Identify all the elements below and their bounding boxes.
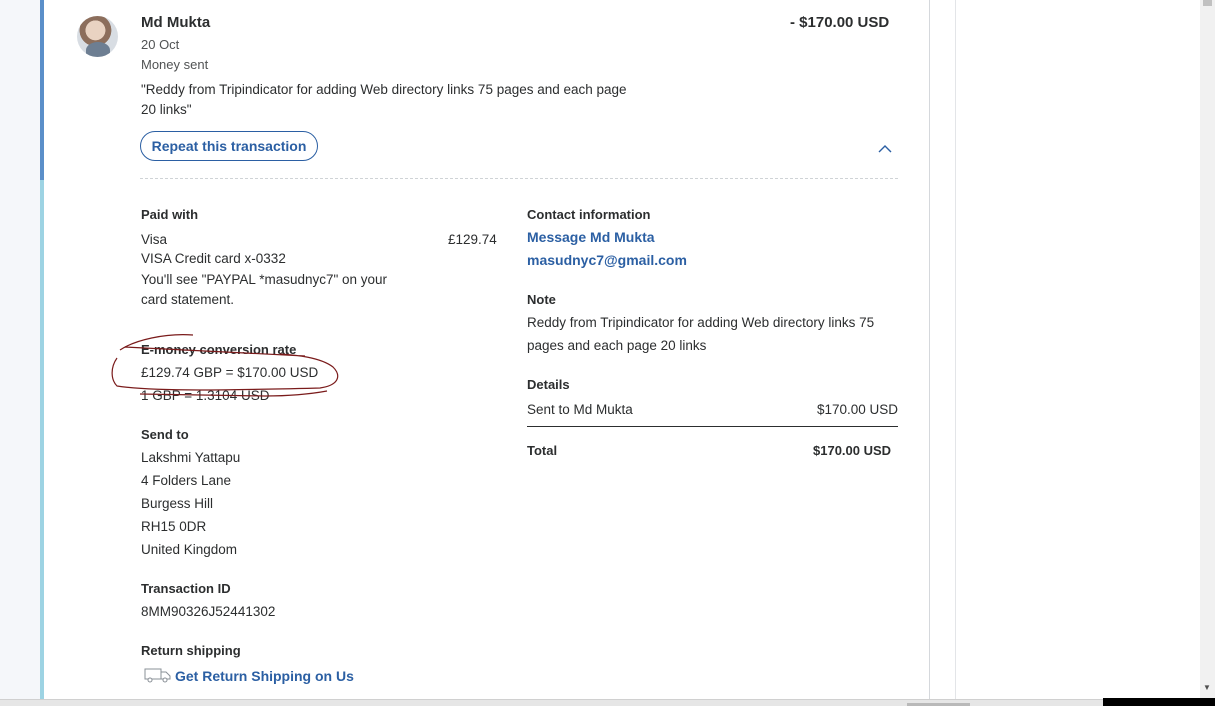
details-accent-bar [40, 180, 44, 700]
left-gutter [0, 0, 40, 706]
transaction-date: 20 Oct [141, 37, 180, 52]
statement-note-line2: card statement. [141, 292, 235, 307]
transaction-type: Money sent [141, 57, 209, 72]
details-row-amount: $170.00 USD [817, 402, 899, 417]
scrollbar-thumb[interactable] [1203, 0, 1212, 6]
transaction-amount: - $170.00 USD [790, 14, 890, 31]
conversion-amount: £129.74 GBP = $170.00 USD [141, 365, 319, 380]
truck-icon [144, 668, 171, 683]
taskbar-strip [1103, 698, 1215, 706]
total-amount: $170.00 USD [813, 443, 892, 458]
address-line: Burgess Hill [141, 496, 214, 511]
scroll-down-arrow-icon[interactable]: ▼ [1203, 684, 1211, 692]
note-text-line2: pages and each page 20 links [527, 338, 707, 353]
details-row-label: Sent to Md Mukta [527, 402, 633, 417]
note-heading: Note [527, 292, 556, 307]
repeat-transaction-button[interactable]: Repeat this transaction [140, 131, 318, 161]
return-shipping-link[interactable]: Get Return Shipping on Us [175, 668, 354, 684]
address-line: 4 Folders Lane [141, 473, 232, 488]
card-divider [929, 0, 930, 700]
activity-accent-bar [40, 0, 44, 180]
details-heading: Details [527, 377, 570, 392]
statement-note-line1: You'll see "PAYPAL *masudnyc7" on your [141, 272, 388, 287]
conversion-rate: 1 GBP = 1.3104 USD [141, 388, 270, 403]
transaction-description: "Reddy from Tripindicator for adding Web… [141, 82, 627, 117]
address-line: RH15 0DR [141, 519, 207, 534]
vertical-scrollbar[interactable] [1200, 0, 1215, 700]
message-recipient-link[interactable]: Message Md Mukta [527, 229, 655, 245]
address-line: Lakshmi Yattapu [141, 450, 241, 465]
payment-amount: £129.74 [448, 232, 497, 247]
avatar-shirt [86, 42, 110, 57]
transaction-id-heading: Transaction ID [141, 581, 231, 596]
contact-heading: Contact information [527, 207, 651, 222]
address-line: United Kingdom [141, 542, 238, 557]
note-text-line1: Reddy from Tripindicator for adding Web … [527, 315, 875, 330]
right-panel [955, 0, 1200, 700]
transaction-page: ▼ Md Mukta - $170.00 USD 20 Oct Money se… [0, 0, 1215, 706]
section-divider [140, 178, 898, 179]
card-number: VISA Credit card x-0332 [141, 251, 286, 266]
recipient-name: Md Mukta [141, 14, 211, 31]
chevron-up-icon[interactable] [877, 141, 893, 157]
details-total-divider [527, 426, 898, 427]
conversion-heading: E-money conversion rate [141, 342, 297, 357]
paid-with-heading: Paid with [141, 207, 199, 222]
payment-method: Visa [141, 232, 168, 247]
total-label: Total [527, 443, 558, 458]
avatar [77, 16, 118, 57]
send-to-heading: Send to [141, 427, 189, 442]
recipient-email-link[interactable]: masudnyc7@gmail.com [527, 252, 687, 268]
transaction-id: 8MM90326J52441302 [141, 604, 276, 619]
return-shipping-heading: Return shipping [141, 643, 241, 658]
